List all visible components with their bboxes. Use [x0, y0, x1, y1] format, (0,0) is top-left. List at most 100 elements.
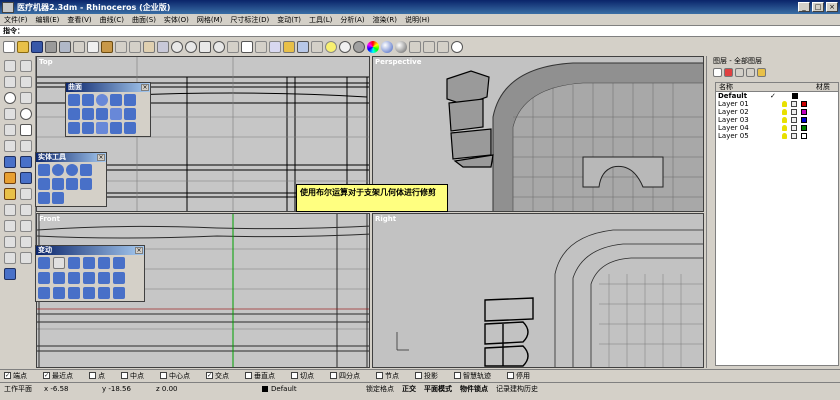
boolean-difference-icon[interactable] [52, 164, 64, 176]
layer-row[interactable]: Layer 03 [716, 116, 838, 124]
new-file-icon[interactable] [3, 40, 15, 53]
text-icon[interactable] [4, 252, 16, 264]
surface-patch-icon[interactable] [110, 108, 122, 120]
layer-row[interactable]: Layer 02 [716, 108, 838, 116]
explode-icon[interactable] [20, 220, 32, 232]
polygon-icon[interactable] [4, 124, 16, 136]
menu-transform[interactable]: 变动(T) [273, 15, 305, 25]
osnap-checkbox[interactable] [507, 372, 514, 379]
circle-icon[interactable] [4, 92, 16, 104]
undo-icon[interactable] [115, 40, 127, 53]
surface-loft-icon[interactable] [124, 94, 136, 106]
menu-solid[interactable]: 实体(O) [160, 15, 193, 25]
transform-icon[interactable] [4, 188, 16, 200]
osnap-item[interactable]: 点 [85, 371, 105, 381]
dimension-icon[interactable] [20, 236, 32, 248]
wireframe-icon[interactable] [339, 40, 351, 53]
zoom-selected-icon[interactable] [213, 40, 225, 53]
smooth-icon[interactable] [68, 287, 80, 299]
render-solid-icon[interactable] [4, 268, 16, 280]
record-history-toggle[interactable]: 记录建构历史 [492, 384, 542, 394]
flow-icon[interactable] [38, 287, 50, 299]
line-icon[interactable] [20, 76, 32, 88]
menu-render[interactable]: 渲染(R) [369, 15, 401, 25]
osnap-item[interactable]: 垂直点 [241, 371, 275, 381]
unlock-icon[interactable] [791, 101, 797, 107]
menu-file[interactable]: 文件(F) [0, 15, 32, 25]
import-icon[interactable] [59, 40, 71, 53]
arc-icon[interactable] [4, 108, 16, 120]
osnap-item[interactable]: 切点 [287, 371, 314, 381]
zoom-extents-icon[interactable] [199, 40, 211, 53]
menu-surface[interactable]: 曲面(S) [128, 15, 160, 25]
osnap-checkbox[interactable]: ✓ [206, 372, 213, 379]
solid-cylinder-icon[interactable] [52, 192, 64, 204]
surface-network-icon[interactable] [96, 108, 108, 120]
properties-icon[interactable] [311, 40, 323, 53]
surface-palette-close-button[interactable]: × [141, 84, 149, 91]
paste-icon[interactable] [101, 40, 113, 53]
osnap-item[interactable]: 智慧轨迹 [450, 371, 491, 381]
surface-edge-icon[interactable] [82, 94, 94, 106]
array-polar-icon[interactable] [113, 257, 125, 269]
maximize-button[interactable]: □ [812, 2, 824, 12]
menu-view[interactable]: 查看(V) [63, 15, 95, 25]
move-layer-up-icon[interactable] [735, 67, 744, 77]
move-layer-down-icon[interactable] [746, 67, 755, 77]
layers-col-name[interactable]: 名称 [716, 83, 816, 91]
delete-layer-icon[interactable] [724, 67, 733, 77]
surface-trim-icon[interactable] [96, 122, 108, 134]
light-bulb-icon[interactable] [782, 109, 787, 115]
boolean-union-icon[interactable] [38, 164, 50, 176]
mirror-icon[interactable] [98, 257, 110, 269]
transform-palette-close-button[interactable]: × [135, 247, 143, 254]
layer-color-swatch[interactable] [801, 109, 807, 115]
surface-planar-icon[interactable] [96, 94, 108, 106]
light-bulb-icon[interactable] [782, 125, 787, 131]
orient-icon[interactable] [38, 272, 50, 284]
help-icon[interactable] [451, 40, 463, 53]
layer-color-swatch[interactable] [801, 125, 807, 131]
viewport-right[interactable]: Right [372, 213, 704, 368]
surface-icon[interactable] [4, 156, 16, 168]
layer-color-swatch[interactable] [801, 133, 807, 139]
shear-icon[interactable] [68, 272, 80, 284]
fillet-edge-icon[interactable] [66, 178, 78, 190]
layer-row[interactable]: Default ✓ [716, 92, 838, 100]
surface-revolve-icon[interactable] [82, 108, 94, 120]
grid-snap-toggle[interactable]: 锁定格点 [362, 384, 398, 394]
unlock-icon[interactable] [791, 125, 797, 131]
osnap-item[interactable]: ✓ 端点 [0, 371, 27, 381]
solid-tools-palette-title[interactable]: 实体工具 [36, 153, 106, 162]
osnap-checkbox[interactable] [376, 372, 383, 379]
mesh-icon[interactable] [4, 172, 16, 184]
layer-filter-icon[interactable] [757, 67, 766, 77]
osnap-checkbox[interactable] [160, 372, 167, 379]
osnap-toggle[interactable]: 物件锁点 [456, 384, 492, 394]
layers-col-material[interactable]: 材质 [816, 83, 830, 91]
viewport-perspective-label[interactable]: Perspective [375, 58, 421, 66]
undo-view-icon[interactable] [227, 40, 239, 53]
viewport-right-label[interactable]: Right [375, 215, 396, 223]
layer-row[interactable]: Layer 04 [716, 124, 838, 132]
polyline-icon[interactable] [4, 76, 16, 88]
split-icon[interactable] [20, 204, 32, 216]
render-preview-icon[interactable] [395, 40, 407, 53]
surface-blend-icon[interactable] [124, 108, 136, 120]
align-icon[interactable] [53, 272, 65, 284]
unlock-icon[interactable] [791, 109, 797, 115]
close-button[interactable]: × [826, 2, 838, 12]
project-icon[interactable] [83, 287, 95, 299]
scale-icon[interactable] [83, 257, 95, 269]
layer-color-swatch[interactable] [792, 93, 798, 99]
trim-icon[interactable] [4, 204, 16, 216]
surface-extrude-icon[interactable] [110, 94, 122, 106]
rectangle-icon[interactable] [20, 124, 32, 136]
spotlight-icon[interactable] [409, 40, 421, 53]
boolean-icon[interactable] [20, 172, 32, 184]
layer-row[interactable]: Layer 01 [716, 100, 838, 108]
render-color-icon[interactable] [367, 40, 379, 53]
layer-icon[interactable] [297, 40, 309, 53]
zoom-dynamic-icon[interactable] [171, 40, 183, 53]
planar-toggle[interactable]: 平面模式 [420, 384, 456, 394]
